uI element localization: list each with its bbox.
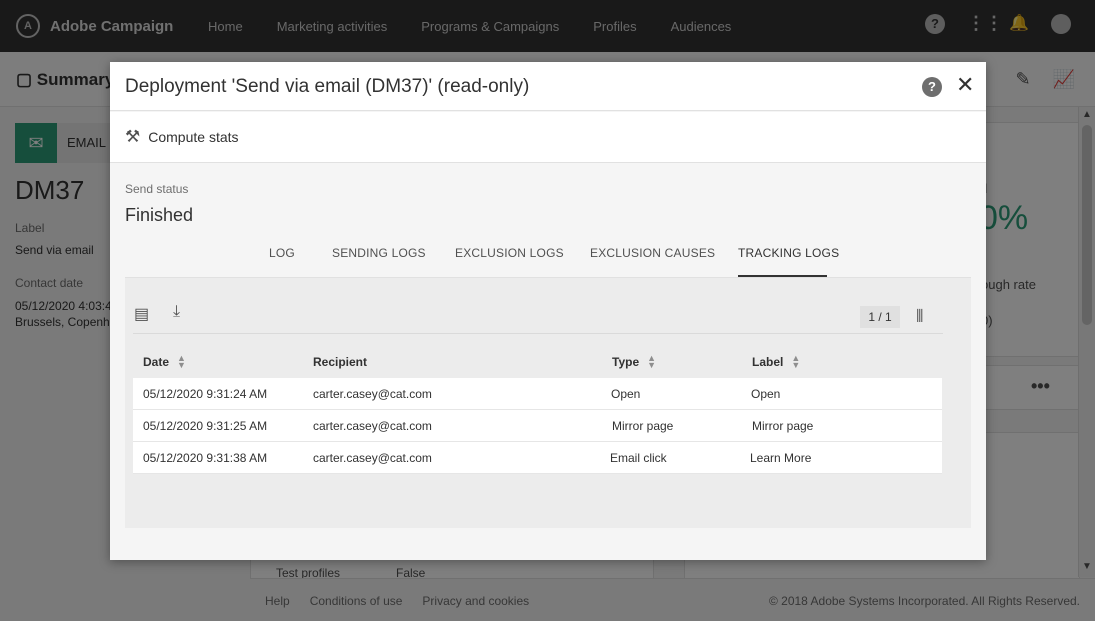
column-header-date[interactable]: Date ▲ ▼ (143, 353, 186, 370)
cell-date: 05/12/2020 9:31:38 AM (143, 451, 268, 465)
pagination: 1 / 1 (860, 306, 900, 328)
column-header-label[interactable]: Label ▲ ▼ (752, 353, 801, 370)
tab-tracking-logs[interactable]: TRACKING LOGS (738, 246, 839, 260)
dialog-header: Deployment 'Send via email (DM37)' (read… (110, 62, 986, 111)
dialog-help-icon[interactable]: ? (922, 77, 942, 97)
active-tab-indicator (738, 275, 827, 277)
cell-label: Learn More (750, 451, 812, 465)
cell-recipient: carter.casey@cat.com (313, 419, 432, 433)
column-settings-icon[interactable]: ⦀ (916, 307, 923, 327)
compute-stats-icon: ⚒ (125, 127, 141, 146)
table-row[interactable]: 05/12/2020 9:31:38 AM carter.casey@cat.c… (133, 442, 942, 474)
send-status-value: Finished (125, 205, 194, 225)
cell-date: 05/12/2020 9:31:25 AM (143, 419, 268, 433)
toolbar-divider (133, 333, 943, 334)
cell-label: Mirror page (752, 419, 814, 433)
table-header: Date ▲ ▼ Recipient Type ▲ ▼ Label ▲ ▼ (133, 346, 942, 378)
cell-type: Email click (610, 451, 667, 465)
sort-icon: ▲ ▼ (177, 353, 186, 370)
tracking-logs-table: Date ▲ ▼ Recipient Type ▲ ▼ Label ▲ ▼ 05/12/20… (133, 346, 942, 474)
tab-exclusion-causes[interactable]: EXCLUSION CAUSES (590, 246, 715, 260)
cell-date: 05/12/2020 9:31:24 AM (143, 387, 268, 401)
column-date-label: Date (143, 355, 170, 369)
column-header-recipient[interactable]: Recipient (313, 355, 367, 369)
tracking-logs-panel: ▤ ⤓ 1 / 1 ⦀ Date ▲ ▼ Recipient Type ▲ ▼ Labe… (125, 278, 971, 528)
download-icon[interactable]: ⤓ (173, 303, 180, 321)
toggle-panel-icon[interactable]: ▤ (134, 304, 149, 324)
cell-type: Mirror page (612, 419, 674, 433)
cell-label: Open (751, 387, 781, 401)
cell-recipient: carter.casey@cat.com (313, 387, 432, 401)
tab-exclusion-logs[interactable]: EXCLUSION LOGS (455, 246, 564, 260)
compute-stats-button[interactable]: ⚒ Compute stats (125, 128, 239, 146)
deployment-dialog: Deployment 'Send via email (DM37)' (read… (110, 62, 986, 560)
table-row[interactable]: 05/12/2020 9:31:25 AM carter.casey@cat.c… (133, 410, 942, 442)
tab-sending-logs[interactable]: SENDING LOGS (332, 246, 426, 260)
column-type-label: Type (612, 355, 640, 369)
table-row[interactable]: 05/12/2020 9:31:24 AM carter.casey@cat.c… (133, 378, 942, 410)
cell-type: Open (611, 387, 641, 401)
sort-icon: ▲ ▼ (647, 353, 657, 370)
compute-stats-label: Compute stats (148, 129, 239, 145)
dialog-title: Deployment 'Send via email (DM37)' (read… (125, 76, 530, 97)
tab-log[interactable]: LOG (269, 246, 295, 260)
log-tabs: LOG SENDING LOGS EXCLUSION LOGS EXCLUSIO… (125, 237, 971, 278)
dialog-toolbar: ⚒ Compute stats (110, 112, 986, 163)
cell-recipient: carter.casey@cat.com (313, 451, 432, 465)
column-label-label: Label (752, 355, 784, 369)
column-header-type[interactable]: Type ▲ ▼ (612, 353, 657, 370)
dialog-close-icon[interactable]: ✕ (956, 73, 974, 97)
column-recipient-label: Recipient (313, 355, 368, 369)
sort-icon: ▲ ▼ (791, 353, 801, 370)
send-status-label: Send status (125, 182, 189, 196)
